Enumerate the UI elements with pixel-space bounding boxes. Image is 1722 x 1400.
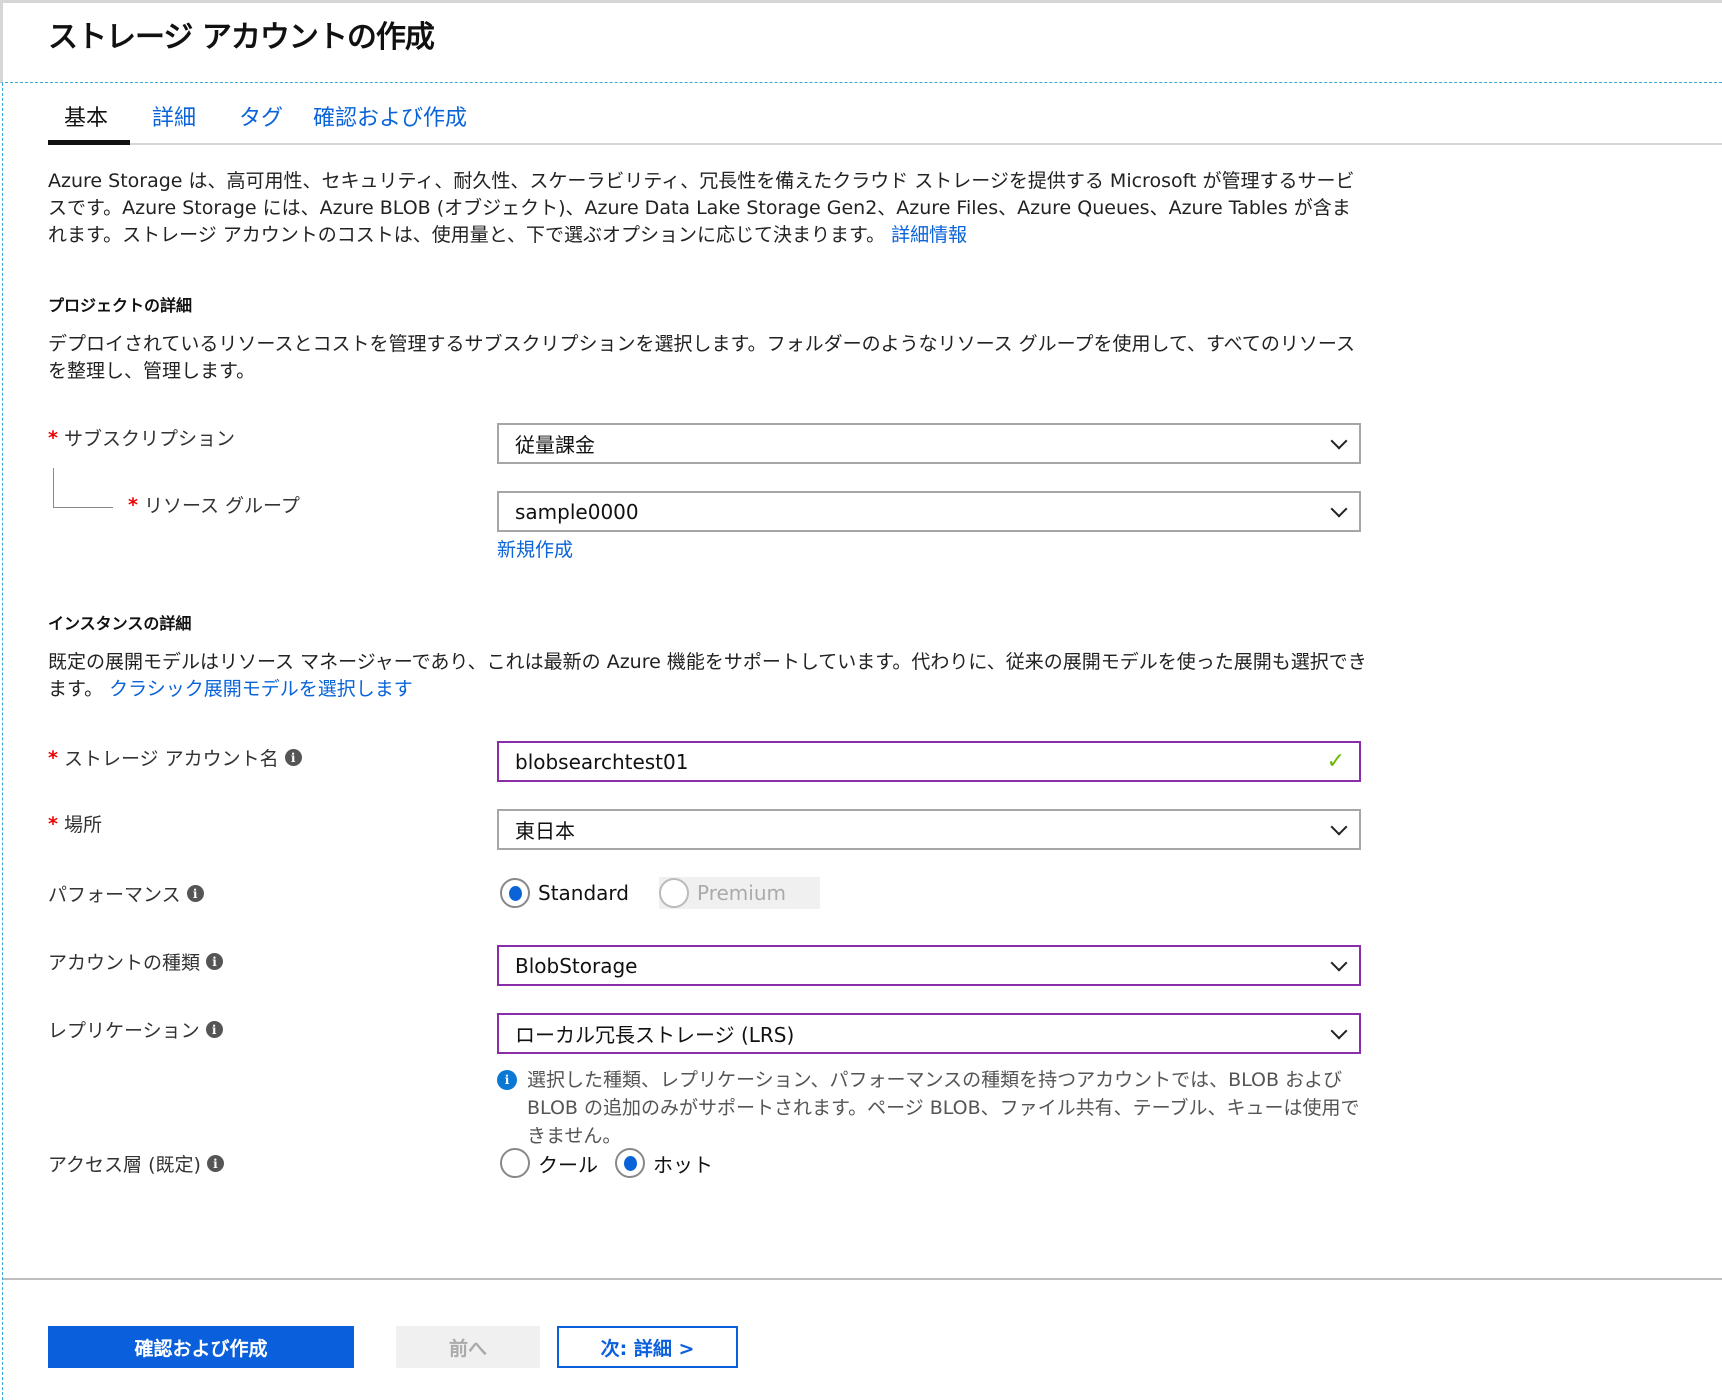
required-mark: *: [48, 746, 58, 769]
tab-basics[interactable]: 基本: [64, 100, 108, 132]
chevron-down-icon: [1330, 432, 1348, 449]
active-tab-indicator: [48, 140, 130, 145]
replication-value: ローカル冗長ストレージ (LRS): [515, 1023, 795, 1047]
account-kind-label-text: アカウントの種類: [48, 952, 201, 974]
valid-check-icon: ✓: [1326, 749, 1345, 774]
subscription-label-text: サブスクリプション: [63, 428, 235, 450]
account-name-label: * ストレージ アカウント名 i: [48, 744, 302, 771]
tab-divider: [48, 143, 1722, 145]
location-label: * 場所: [48, 810, 102, 837]
tab-review-create[interactable]: 確認および作成: [313, 100, 467, 132]
access-tier-cool-radio[interactable]: クール: [500, 1148, 598, 1178]
resource-group-dropdown[interactable]: sample0000: [497, 491, 1361, 532]
account-kind-label: アカウントの種類 i: [48, 948, 224, 975]
account-kind-dropdown[interactable]: BlobStorage: [497, 945, 1361, 986]
create-new-link[interactable]: 新規作成: [497, 535, 573, 562]
required-mark: *: [48, 812, 58, 835]
info-icon[interactable]: i: [284, 749, 302, 766]
tree-connector: [53, 468, 113, 508]
subscription-label: * サブスクリプション: [48, 424, 235, 451]
subscription-dropdown[interactable]: 従量課金: [497, 423, 1361, 464]
replication-note-text: 選択した種類、レプリケーション、パフォーマンスの種類を持つアカウントでは、BLO…: [527, 1069, 1360, 1147]
instance-details-heading: インスタンスの詳細: [48, 614, 192, 633]
page-title: ストレージ アカウントの作成: [48, 20, 435, 55]
account-name-input[interactable]: blobsearchtest01 ✓: [497, 741, 1361, 782]
account-name-value: blobsearchtest01: [515, 749, 689, 774]
focus-outline: [2, 83, 3, 1400]
performance-label: パフォーマンス i: [48, 880, 204, 907]
project-details-heading: プロジェクトの詳細: [48, 296, 193, 315]
info-icon: i: [497, 1070, 517, 1090]
radio-unselected-icon: [500, 1148, 530, 1178]
review-create-button[interactable]: 確認および作成: [48, 1326, 354, 1368]
resource-group-label: * リソース グループ: [128, 491, 300, 518]
subscription-value: 従量課金: [515, 433, 595, 457]
replication-dropdown[interactable]: ローカル冗長ストレージ (LRS): [497, 1013, 1361, 1054]
replication-label-text: レプリケーション: [48, 1020, 200, 1042]
chevron-down-icon: [1330, 500, 1348, 517]
tab-advanced[interactable]: 詳細: [152, 100, 196, 132]
location-dropdown[interactable]: 東日本: [497, 809, 1361, 850]
account-name-label-text: ストレージ アカウント名: [63, 748, 279, 770]
standard-label: Standard: [538, 881, 629, 905]
footer-divider: [3, 1278, 1722, 1280]
learn-more-link[interactable]: 詳細情報: [891, 224, 967, 246]
hot-label: ホット: [653, 1152, 713, 1177]
performance-label-text: パフォーマンス: [48, 884, 181, 906]
intro-body: Azure Storage は、高可用性、セキュリティ、耐久性、スケーラビリティ…: [48, 170, 1355, 246]
radio-selected-icon: [615, 1148, 645, 1178]
performance-premium-radio[interactable]: Premium: [659, 877, 820, 909]
required-mark: *: [48, 426, 58, 449]
required-mark: *: [128, 493, 138, 516]
info-icon[interactable]: i: [206, 953, 224, 970]
replication-label: レプリケーション i: [48, 1016, 223, 1043]
replication-note: i 選択した種類、レプリケーション、パフォーマンスの種類を持つアカウントでは、BL…: [497, 1066, 1367, 1150]
access-tier-label-text: アクセス層 (既定): [48, 1154, 201, 1176]
tab-tags[interactable]: タグ: [239, 100, 283, 132]
resource-group-value: sample0000: [515, 499, 639, 524]
classic-deployment-link[interactable]: クラシック展開モデルを選択します: [109, 678, 413, 700]
resource-group-label-text: リソース グループ: [143, 495, 300, 517]
info-icon[interactable]: i: [186, 885, 204, 902]
radio-unselected-icon: [659, 878, 689, 908]
access-tier-label: アクセス層 (既定) i: [48, 1150, 224, 1177]
chevron-down-icon: [1330, 1022, 1348, 1039]
access-tier-hot-radio[interactable]: ホット: [615, 1148, 713, 1178]
premium-label: Premium: [697, 881, 786, 905]
location-value: 東日本: [515, 819, 575, 843]
previous-button[interactable]: 前へ: [396, 1326, 540, 1368]
chevron-down-icon: [1330, 818, 1348, 835]
next-advanced-button[interactable]: 次: 詳細 >: [557, 1326, 738, 1368]
location-label-text: 場所: [63, 814, 102, 836]
instance-details-desc: 既定の展開モデルはリソース マネージャーであり、これは最新の Azure 機能を…: [48, 649, 1368, 703]
cool-label: クール: [538, 1152, 598, 1177]
radio-selected-icon: [500, 878, 530, 908]
account-kind-value: BlobStorage: [515, 953, 638, 978]
performance-standard-radio[interactable]: Standard: [500, 878, 629, 908]
intro-text: Azure Storage は、高可用性、セキュリティ、耐久性、スケーラビリティ…: [48, 168, 1368, 249]
chevron-down-icon: [1330, 954, 1348, 971]
info-icon[interactable]: i: [205, 1021, 223, 1038]
info-icon[interactable]: i: [206, 1155, 224, 1172]
project-details-desc: デプロイされているリソースとコストを管理するサブスクリプションを選択します。フォ…: [48, 333, 1355, 382]
